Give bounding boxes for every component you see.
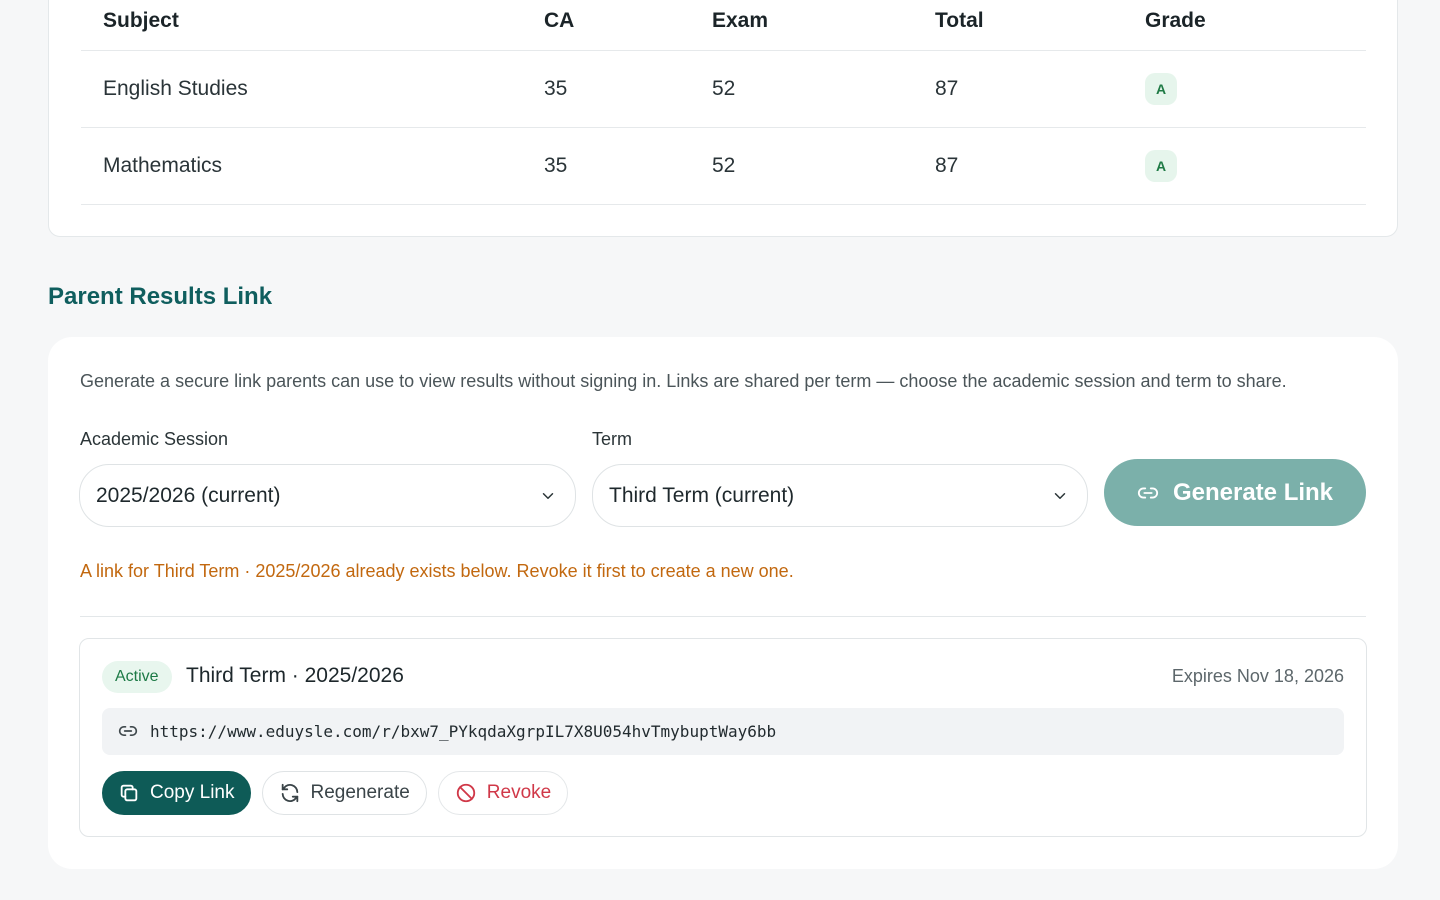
cell-grade: A [1123,127,1366,205]
term-select-value: Third Term (current) [609,483,795,507]
revoke-label: Revoke [486,782,552,803]
cell-ca: 35 [522,127,690,205]
term-select[interactable]: Third Term (current) [592,464,1088,527]
existing-link-warning: A link for Third Term · 2025/2026 alread… [80,561,794,581]
results-card: Subject CA Exam Total Grade English Stud… [48,0,1398,237]
chevron-down-icon [1051,487,1069,505]
copy-link-label: Copy Link [150,782,235,803]
table-header-row: Subject CA Exam Total Grade [81,0,1366,51]
results-table: Subject CA Exam Total Grade English Stud… [81,0,1366,205]
link-icon [1137,482,1159,504]
existing-link-panel: Active Third Term · 2025/2026 Expires No… [79,638,1367,837]
link-url-field[interactable]: https://www.eduysle.com/r/bxw7_PYkqdaXgr… [102,708,1344,755]
session-label: Academic Session [80,429,229,449]
revoke-button[interactable]: Revoke [437,771,569,815]
divider [80,616,1366,617]
header-total: Total [913,0,1123,51]
cell-total: 87 [913,127,1123,205]
cell-grade: A [1123,50,1366,128]
header-subject: Subject [81,0,522,51]
generate-link-button[interactable]: Generate Link [1104,459,1366,526]
copy-icon [118,782,140,804]
regenerate-label: Regenerate [310,782,410,803]
header-grade: Grade [1123,0,1366,51]
cell-total: 87 [913,50,1123,128]
ban-icon [455,782,477,804]
section-title: Parent Results Link [48,283,273,310]
link-icon [118,721,140,743]
table-row: English Studies 35 52 87 A [81,50,1366,128]
regenerate-button[interactable]: Regenerate [261,771,427,815]
session-select-value: 2025/2026 (current) [96,483,281,507]
chevron-down-icon [539,487,557,505]
copy-link-button[interactable]: Copy Link [102,771,251,815]
link-term: Third Term · 2025/2026 [186,664,404,687]
grade-badge: A [1145,72,1177,105]
cell-subject: English Studies [81,50,522,128]
header-ca: CA [522,0,690,51]
link-url: https://www.eduysle.com/r/bxw7_PYkqdaXgr… [150,722,777,741]
link-description: Generate a secure link parents can use t… [80,371,1287,391]
status-badge: Active [102,661,172,693]
cell-exam: 52 [690,50,913,128]
expiry-date: Expires Nov 18, 2026 [1171,666,1344,686]
cell-exam: 52 [690,127,913,205]
grade-badge: A [1145,149,1177,182]
cell-ca: 35 [522,50,690,128]
header-exam: Exam [690,0,913,51]
table-row: Mathematics 35 52 87 A [81,127,1366,205]
parent-link-card: Generate a secure link parents can use t… [48,337,1398,869]
session-select[interactable]: 2025/2026 (current) [79,464,576,527]
link-actions: Copy Link Regenerate Revoke [102,771,569,815]
cell-subject: Mathematics [81,127,522,205]
term-label: Term [592,429,632,449]
generate-link-label: Generate Link [1172,478,1334,506]
refresh-icon [279,782,301,804]
